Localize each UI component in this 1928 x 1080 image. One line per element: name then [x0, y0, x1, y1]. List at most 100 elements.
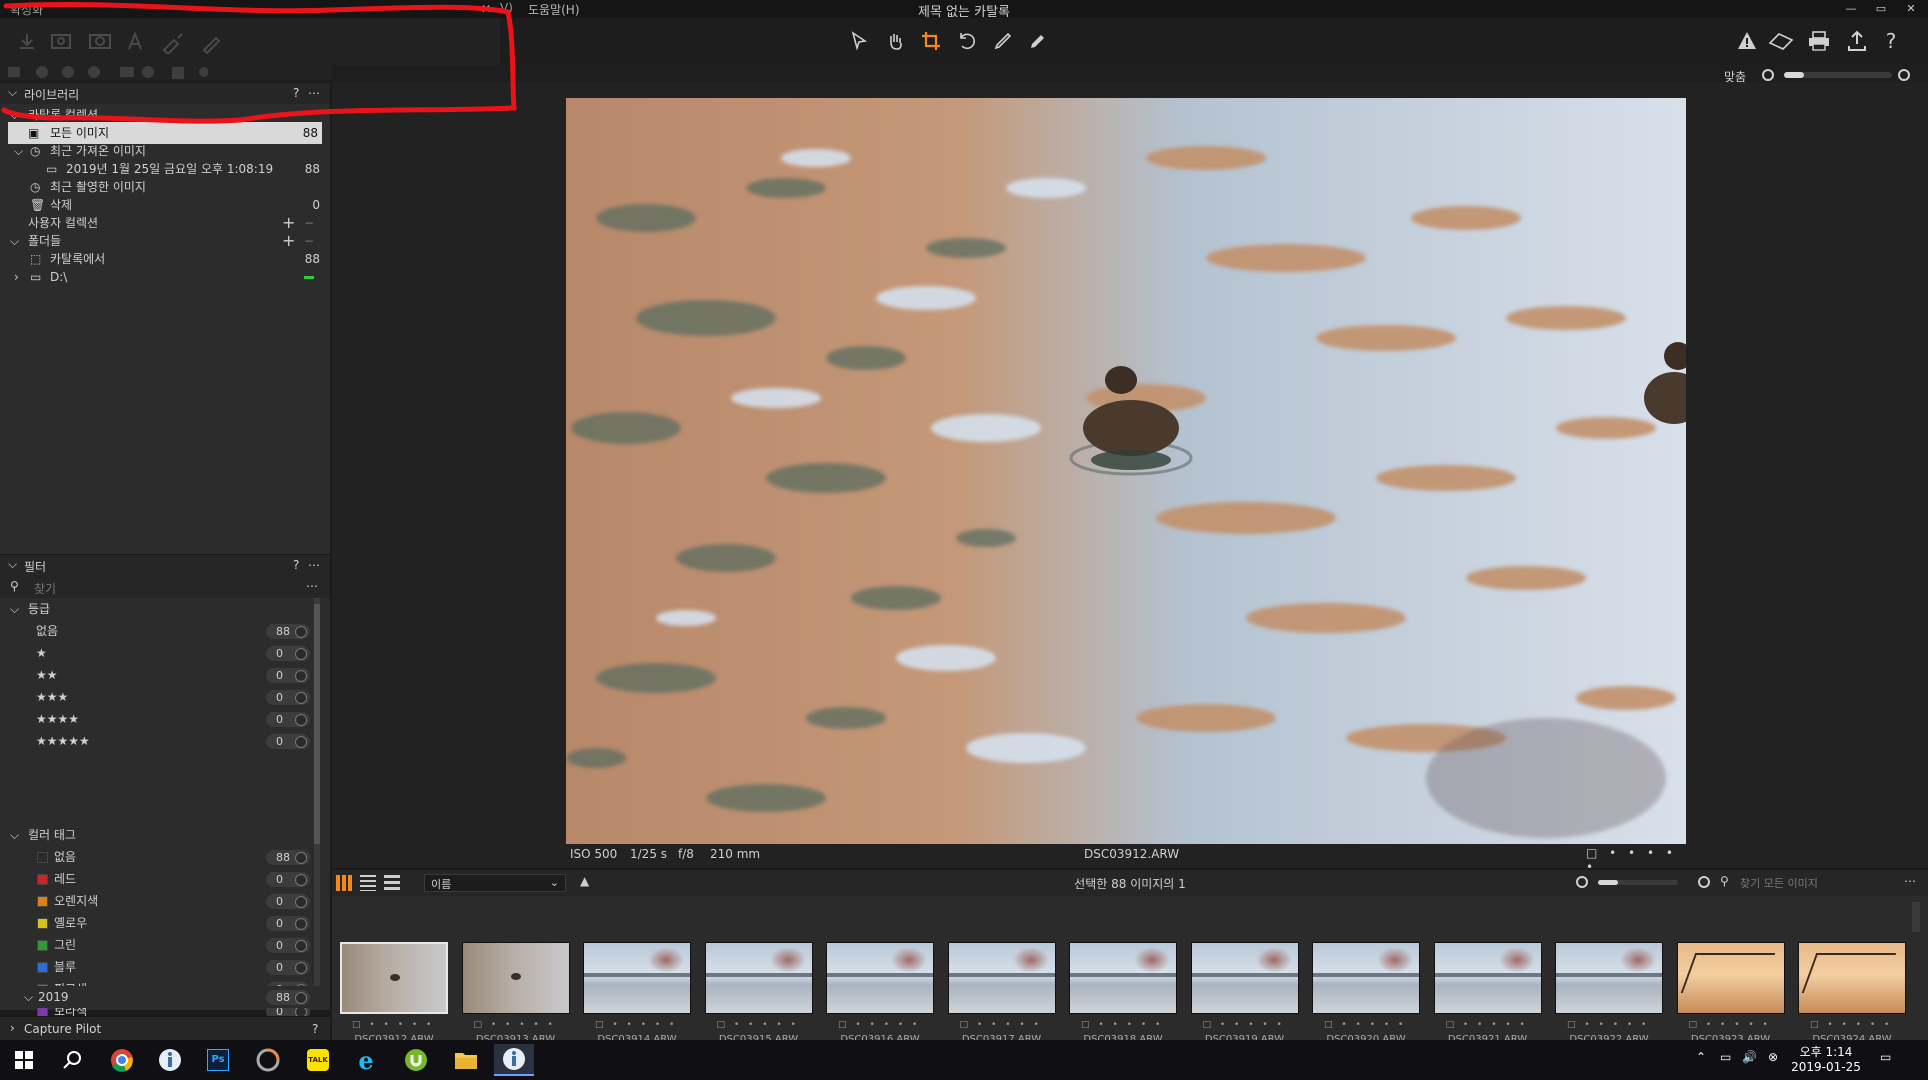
- export-icon[interactable]: [1844, 28, 1870, 54]
- chevron-down-icon[interactable]: ⌵: [24, 986, 33, 1008]
- clock[interactable]: 오후 1:14 2019-01-25: [1786, 1043, 1866, 1074]
- chrome-icon[interactable]: [102, 1044, 142, 1076]
- tray-chevron-icon[interactable]: ⌃: [1696, 1050, 1706, 1064]
- color-tag-row[interactable]: 옐로우 0: [0, 912, 330, 934]
- year-count[interactable]: 88: [266, 990, 310, 1005]
- brush-icon[interactable]: [990, 28, 1016, 54]
- chevron-right-icon[interactable]: ›: [14, 266, 19, 288]
- filters-header[interactable]: ⌵ 필터 ? ⋯: [0, 554, 330, 576]
- start-icon[interactable]: [4, 1044, 44, 1076]
- capture-app-icon[interactable]: [248, 1044, 288, 1076]
- thumbnail[interactable]: [1069, 942, 1177, 1014]
- rating-count[interactable]: 88: [266, 624, 310, 639]
- volume-icon[interactable]: 🔊: [1742, 1050, 1757, 1064]
- thumbnail-rating[interactable]: □ • • • • •: [1324, 1020, 1432, 1032]
- zoom-slider[interactable]: [1784, 72, 1892, 78]
- filter-search-field[interactable]: ⚲ 찾기 ⋯: [0, 576, 330, 598]
- rating-head[interactable]: ⌵ 등급: [0, 598, 330, 620]
- thumbnail[interactable]: [340, 942, 448, 1014]
- network-icon[interactable]: ▭: [1720, 1050, 1731, 1064]
- rating-count[interactable]: 0: [266, 734, 310, 749]
- warning-icon[interactable]: [1734, 28, 1760, 54]
- captureone-icon[interactable]: [494, 1044, 534, 1076]
- capture-pilot-head[interactable]: › Capture Pilot ?: [0, 1016, 330, 1040]
- minimize-button[interactable]: —: [1836, 0, 1866, 18]
- rating-count[interactable]: 0: [266, 690, 310, 705]
- rating-filter-row[interactable]: ★ 0: [0, 642, 330, 664]
- thumbnail[interactable]: [826, 942, 934, 1014]
- thumbnail-rating[interactable]: □ • • • • •: [1689, 1020, 1797, 1032]
- ie-icon[interactable]: e: [346, 1044, 386, 1076]
- thumbnail[interactable]: [1555, 942, 1663, 1014]
- rating-count[interactable]: 0: [266, 646, 310, 661]
- thumbnail[interactable]: [1798, 942, 1906, 1014]
- color-tag-head[interactable]: ⌵ 컬러 태그: [0, 824, 330, 846]
- rating-count[interactable]: 0: [266, 712, 310, 727]
- filters-more[interactable]: ⋯: [308, 558, 320, 572]
- eraser-tool-icon[interactable]: [1768, 28, 1794, 54]
- thumb-zoom-in-icon[interactable]: [1698, 876, 1710, 888]
- color-tag-count[interactable]: 88: [266, 850, 310, 865]
- kakaotalk-icon[interactable]: TALK: [298, 1044, 338, 1076]
- rating-count[interactable]: 0: [266, 668, 310, 683]
- filmstrip-view-icon[interactable]: [384, 875, 400, 891]
- capture-pilot-help[interactable]: ?: [312, 1022, 318, 1036]
- utorrent-icon[interactable]: [396, 1044, 436, 1076]
- color-tag-row[interactable]: 레드 0: [0, 868, 330, 890]
- thumb-size-slider[interactable]: [1598, 880, 1678, 885]
- thumbnail-rating[interactable]: □ • • • • •: [1567, 1020, 1675, 1032]
- thumbnail[interactable]: [1433, 942, 1542, 1014]
- filters-help[interactable]: ?: [293, 558, 299, 572]
- strip-scrollbar[interactable]: [1912, 902, 1920, 932]
- thumbnail[interactable]: [704, 942, 813, 1014]
- explorer-icon[interactable]: [446, 1044, 486, 1076]
- color-tag-count[interactable]: 0: [266, 894, 310, 909]
- cursor-icon[interactable]: [846, 28, 872, 54]
- rotate-icon[interactable]: [954, 28, 980, 54]
- zoom-slider-handle[interactable]: [1784, 72, 1804, 78]
- color-tag-row[interactable]: 없음 88: [0, 846, 330, 868]
- drive-folder[interactable]: › ▭ D:\: [0, 266, 330, 288]
- color-tag-row[interactable]: 그린 0: [0, 934, 330, 956]
- eraser-icon[interactable]: [1026, 28, 1052, 54]
- thumbnail[interactable]: [583, 942, 691, 1014]
- thumbnail-rating[interactable]: □ • • • • •: [838, 1020, 946, 1032]
- thumbnail[interactable]: [1676, 942, 1785, 1014]
- chevron-down-icon[interactable]: ⌵: [8, 557, 17, 572]
- rating-filter-row[interactable]: ★★★★ 0: [0, 708, 330, 730]
- thumbnail[interactable]: [1312, 942, 1420, 1014]
- rating-filter-row[interactable]: 없음 88: [0, 620, 330, 642]
- chevron-down-icon[interactable]: ⌵: [10, 598, 19, 620]
- help-icon[interactable]: ?: [1878, 28, 1904, 54]
- thumbnail[interactable]: [1190, 942, 1299, 1014]
- rating-filter-row[interactable]: ★★★ 0: [0, 686, 330, 708]
- close-button[interactable]: ✕: [1896, 0, 1926, 18]
- notification-status-icon[interactable]: ⊗: [1768, 1050, 1778, 1064]
- color-tag-row[interactable]: 블루 0: [0, 956, 330, 978]
- color-tag-count[interactable]: 0: [266, 872, 310, 887]
- zoom-in-icon[interactable]: [1898, 69, 1910, 81]
- color-tag-count[interactable]: 0: [266, 916, 310, 931]
- sort-direction-icon[interactable]: ▲: [580, 874, 589, 888]
- search-icon[interactable]: [52, 1044, 92, 1076]
- rating-filter-row[interactable]: ★★★★★ 0: [0, 730, 330, 752]
- menu-item-help[interactable]: 도움말(H): [528, 1, 580, 18]
- color-tag-row[interactable]: 오렌지색 0: [0, 890, 330, 912]
- zoom-out-icon[interactable]: [1762, 69, 1774, 81]
- crop-icon[interactable]: [918, 28, 944, 54]
- browser-search-field[interactable]: ⚲ 찾기 모든 이미지: [1720, 873, 1900, 893]
- maximize-button[interactable]: ▭: [1866, 0, 1896, 18]
- grid-view-icon[interactable]: [336, 875, 352, 891]
- thumb-zoom-out-icon[interactable]: [1576, 876, 1588, 888]
- sort-select[interactable]: 이름 ⌄: [424, 874, 566, 892]
- year-2019[interactable]: ⌵ 2019 88: [0, 986, 330, 1008]
- rating-filter-row[interactable]: ★★ 0: [0, 664, 330, 686]
- thumbnail[interactable]: [947, 942, 1056, 1014]
- photoshop-icon[interactable]: Ps: [198, 1044, 238, 1076]
- filter-search-more[interactable]: ⋯: [306, 579, 318, 593]
- color-tag-count[interactable]: 0: [266, 938, 310, 953]
- thumbnail[interactable]: [461, 942, 570, 1014]
- print-icon[interactable]: [1806, 28, 1832, 54]
- thumbnail-rating[interactable]: □ • • • • •: [352, 1020, 460, 1032]
- thumbnail-rating[interactable]: □ • • • • •: [474, 1020, 582, 1032]
